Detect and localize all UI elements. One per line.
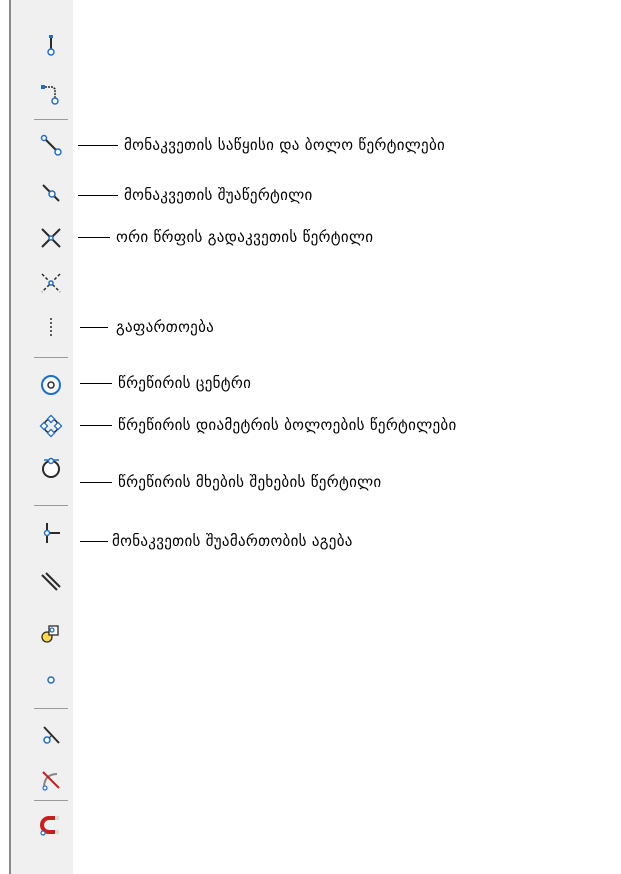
circle-tangent-icon [42, 457, 60, 478]
perpendicular-snap-button[interactable] [36, 518, 66, 548]
toolbar-separator [34, 357, 68, 358]
parallel-snap-button[interactable] [36, 567, 66, 597]
segment-endpoints-icon [40, 134, 62, 156]
apparent-intersection-snap-button[interactable] [36, 268, 66, 298]
circle-center-snap-button[interactable] [36, 370, 66, 400]
insertion-icon [41, 625, 59, 643]
callout-line [78, 145, 118, 146]
magnet-icon [40, 816, 59, 836]
label-perpendicular: მონაკვეთის შუამართობის აგება [112, 532, 353, 550]
callout-line [80, 541, 108, 542]
nearest-icon [43, 726, 60, 744]
extension-snap-button[interactable] [36, 313, 66, 343]
magnet-settings-button[interactable] [36, 810, 66, 840]
label-segment-endpoints: მონაკვეთის საწყისი და ბოლო წერტილები [124, 136, 446, 154]
segment-midpoint-snap-button[interactable] [36, 178, 66, 208]
callout-line [80, 383, 112, 384]
callout-line [78, 237, 110, 238]
insertion-snap-button[interactable] [36, 619, 66, 649]
callout-line [80, 482, 112, 483]
circle-center-icon [41, 375, 61, 395]
label-extension: გაფართოება [116, 318, 215, 336]
segment-midpoint-icon [42, 184, 60, 202]
apparent-intersection-icon [41, 273, 61, 293]
label-line-intersection: ორი წრფის გადაკვეთის წერტილი [116, 228, 374, 246]
intersection-icon [41, 228, 61, 248]
label-circle-center: წრეწირის ცენტრი [118, 374, 252, 392]
callout-line [78, 195, 118, 196]
label-circle-tangent: წრეწირის მხების შეხების წერტილი [118, 473, 382, 491]
snap-none-icon [42, 771, 60, 791]
osnap-toolbar [0, 0, 80, 874]
circle-quadrant-icon [39, 414, 63, 438]
node-icon [47, 676, 55, 684]
toolbar-separator [34, 800, 68, 801]
callout-line [80, 327, 108, 328]
callout-line [80, 425, 112, 426]
circle-tangent-snap-button[interactable] [36, 453, 66, 483]
toolbar-separator [34, 505, 68, 506]
polyline-icon [41, 85, 59, 105]
extension-icon [50, 318, 52, 338]
segment-endpoints-snap-button[interactable] [36, 130, 66, 160]
label-segment-midpoint: მონაკვეთის შუაწერტილი [124, 186, 313, 204]
circle-quadrant-snap-button[interactable] [36, 411, 66, 441]
parallel-icon [41, 572, 61, 591]
node-snap-button[interactable] [36, 663, 66, 693]
polyline-endpoint-snap-button[interactable] [36, 78, 66, 108]
toolbar-separator [34, 708, 68, 709]
snap-none-button[interactable] [36, 765, 66, 795]
vertical-segment-icon [47, 35, 55, 56]
perpendicular-icon [43, 523, 60, 543]
nearest-snap-button[interactable] [36, 720, 66, 750]
toolbar-separator [34, 119, 68, 120]
label-circle-quadrants: წრეწირის დიამეტრის ბოლოების წერტილები [118, 416, 457, 434]
line-intersection-snap-button[interactable] [36, 223, 66, 253]
vertical-endpoint-snap-button[interactable] [36, 30, 66, 60]
